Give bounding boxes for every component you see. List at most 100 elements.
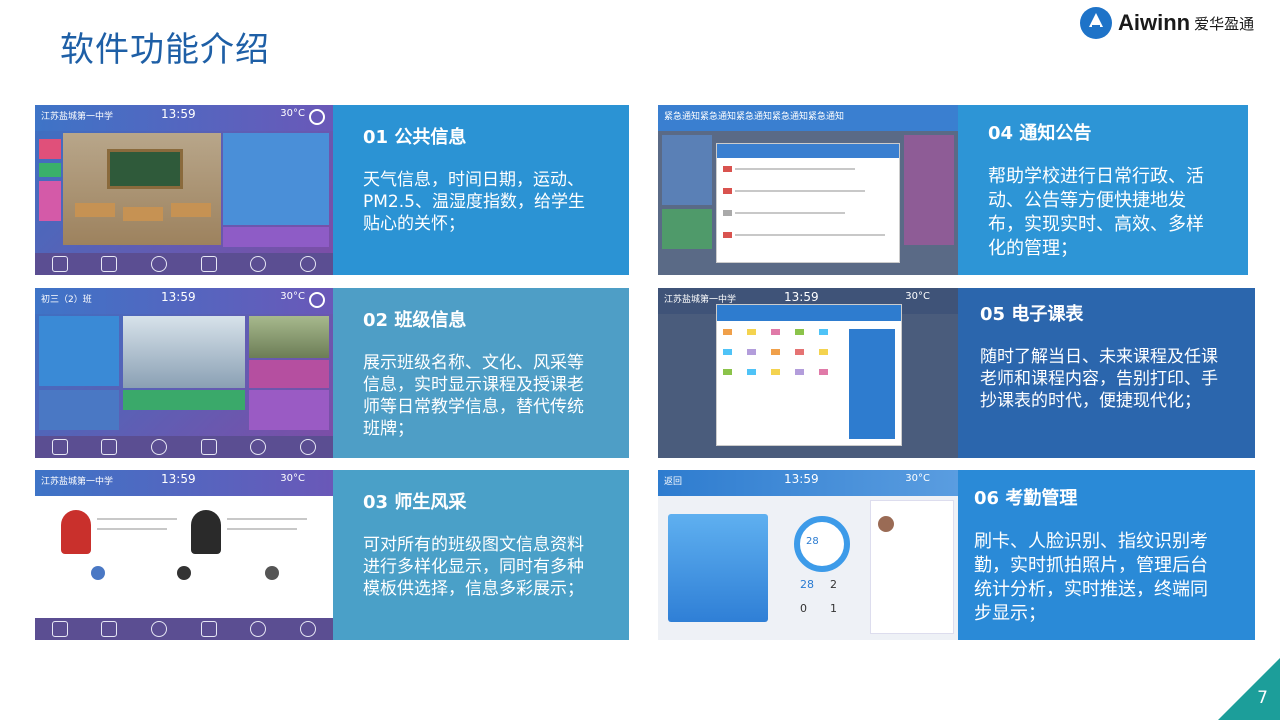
feature-card-notices: 紧急通知紧急通知紧急通知紧急通知紧急通知 04 通知公告 帮助学校进行日常行政、… (658, 105, 1248, 275)
schedule-panel (39, 316, 119, 386)
notice-banner-text: 紧急通知紧急通知紧急通知紧急通知紧急通知 (664, 112, 845, 122)
screen-status-bar: 返回 13:59 30°C (658, 470, 958, 496)
feature-panel: 03 师生风采 可对所有的班级图文信息资料进行多样化显示，同时有多种模板供选择，… (333, 470, 629, 640)
feature-card-schedule: 江苏盐城第一中学 13:59 30°C 05 电子课表 随时了解当日、未来课程及 (658, 288, 1255, 458)
feature-description: 刷卡、人脸识别、指纹识别考勤，实时抓拍照片，管理后台统计分析，实时推送，终端同步… (974, 531, 1208, 624)
stat-a: 28 (800, 578, 814, 591)
dock-icon (51, 439, 68, 455)
screen-body (35, 496, 333, 618)
screen-body (35, 131, 333, 253)
timetable-popup (716, 304, 902, 446)
screen-time: 13:59 (784, 290, 819, 304)
trend-chart-card (668, 514, 768, 622)
dock-icon (51, 621, 68, 637)
tile-blue (39, 390, 119, 430)
dock-icon (300, 439, 317, 455)
screenshot-schedule: 江苏盐城第一中学 13:59 30°C (658, 288, 958, 458)
feature-panel: 06 考勤管理 刷卡、人脸识别、指纹识别考勤，实时抓拍照片，管理后台统计分析，实… (958, 470, 1255, 640)
dock-icon (101, 256, 118, 272)
feature-description: 天气信息，时间日期，运动、PM2.5、温湿度指数，给学生贴心的关怀； (363, 170, 585, 234)
feature-description: 随时了解当日、未来课程及任课老师和课程内容，告别打印、手抄课表的时代，便捷现代化… (980, 347, 1218, 411)
tile-pink (39, 181, 61, 221)
screen-dock (35, 618, 333, 640)
dock-icon (151, 439, 168, 455)
dock-icon (250, 439, 267, 455)
class-photo-left (123, 316, 245, 388)
screenshot-public-info: 江苏盐城第一中学 13:59 30°C (35, 105, 333, 275)
screen-status-bar: 江苏盐城第一中学 13:59 30°C (35, 105, 333, 131)
screen-school-name: 江苏盐城第一中学 (41, 112, 114, 122)
dock-icon (51, 256, 68, 272)
screen-temp: 30°C (905, 291, 930, 302)
student-avatar (91, 566, 105, 580)
feature-panel: 04 通知公告 帮助学校进行日常行政、活动、公告等方便快捷地发布，实现实时、高效… (958, 105, 1248, 275)
screen-time: 13:59 (161, 290, 196, 304)
screenshot-notices: 紧急通知紧急通知紧急通知紧急通知紧急通知 (658, 105, 958, 275)
sun-icon (309, 292, 325, 308)
notice-tile (249, 360, 329, 388)
logo-brand: Aiwinn (1118, 10, 1191, 35)
attendance-ring (794, 516, 850, 572)
logo-brand-cn: 爱华盈通 (1194, 14, 1255, 33)
feature-title: 03 师生风采 (363, 492, 467, 513)
dock-icon (101, 621, 118, 637)
screen-dock (35, 436, 333, 458)
dock-icon (250, 256, 267, 272)
student-avatar (177, 566, 191, 580)
tile-purple (223, 227, 329, 247)
dock-icon (151, 256, 168, 272)
screen-temp: 30°C (905, 473, 930, 484)
feature-panel: 05 电子课表 随时了解当日、未来课程及任课老师和课程内容，告别打印、手抄课表的… (958, 288, 1255, 458)
teacher-avatar (191, 510, 221, 554)
page-title: 软件功能介绍 (60, 30, 270, 70)
dock-icon (250, 621, 267, 637)
screenshot-attendance: 返回 13:59 30°C 28 28 2 0 1 (658, 470, 958, 640)
screenshot-style-showcase: 江苏盐城第一中学 13:59 30°C (35, 470, 333, 640)
teacher-avatar (61, 510, 91, 554)
dock-icon (200, 256, 217, 272)
feature-title: 02 班级信息 (363, 310, 467, 331)
screen-status-bar: 初三（2）班 13:59 30°C (35, 288, 333, 314)
screen-temp: 30°C (280, 291, 305, 302)
screenshot-class-info: 初三（2）班 13:59 30°C (35, 288, 333, 458)
corner-decoration (1218, 658, 1280, 720)
student-avatar (878, 516, 894, 532)
back-button[interactable]: 返回 (664, 474, 682, 487)
page-number: 7 (1257, 688, 1268, 708)
feature-card-attendance: 返回 13:59 30°C 28 28 2 0 1 06 考勤管理 刷卡、人脸识… (658, 470, 1255, 640)
screen-status-bar: 江苏盐城第一中学 13:59 30°C (35, 470, 333, 496)
tile-red (39, 139, 61, 159)
screen-school-name: 初三（2）班 (41, 295, 92, 305)
screen-time: 13:59 (784, 472, 819, 486)
feature-description: 帮助学校进行日常行政、活动、公告等方便快捷地发布，实现实时、高效、多样化的管理； (988, 166, 1204, 259)
feature-card-style-showcase: 江苏盐城第一中学 13:59 30°C 03 师生风采 可对所有的班级图文信息资… (35, 470, 629, 640)
feature-title: 05 电子课表 (980, 304, 1084, 325)
stat-d: 1 (830, 602, 837, 615)
screen-school-name: 江苏盐城第一中学 (41, 477, 114, 487)
feature-card-class-info: 初三（2）班 13:59 30°C 02 班级信息 展示班级名称、文化、风采等信… (35, 288, 629, 458)
feature-description: 可对所有的班级图文信息资料进行多样化显示，同时有多种模板供选择，信息多彩展示； (363, 535, 584, 599)
stat-b: 2 (830, 578, 837, 591)
feature-card-public-info: 江苏盐城第一中学 13:59 30°C 01 公共信息 天气信息，时间日期，运动… (35, 105, 629, 275)
screen-dock (35, 253, 333, 275)
stat-c: 0 (800, 602, 807, 615)
ring-value: 28 (806, 536, 819, 547)
screen-time: 13:59 (161, 472, 196, 486)
dock-icon (101, 439, 118, 455)
screen-temp: 30°C (280, 108, 305, 119)
class-photo-right (249, 316, 329, 358)
dock-icon (151, 621, 168, 637)
screen-time: 13:59 (161, 107, 196, 121)
classroom-photo (63, 133, 221, 245)
feature-panel: 01 公共信息 天气信息，时间日期，运动、PM2.5、温湿度指数，给学生贴心的关… (333, 105, 629, 275)
feature-description: 展示班级名称、文化、风采等信息，实时显示课程及授课老师等日常教学信息，替代传统班… (363, 353, 584, 439)
logo-icon (1080, 7, 1112, 39)
dock-icon (300, 621, 317, 637)
dock-icon (300, 256, 317, 272)
dock-icon (200, 439, 217, 455)
tile-purple (249, 390, 329, 430)
brand-logo: Aiwinn 爱华盈通 (1080, 6, 1254, 40)
feature-panel: 02 班级信息 展示班级名称、文化、风采等信息，实时显示课程及授课老师等日常教学… (333, 288, 629, 458)
sun-icon (309, 109, 325, 125)
tile-green (123, 390, 245, 410)
